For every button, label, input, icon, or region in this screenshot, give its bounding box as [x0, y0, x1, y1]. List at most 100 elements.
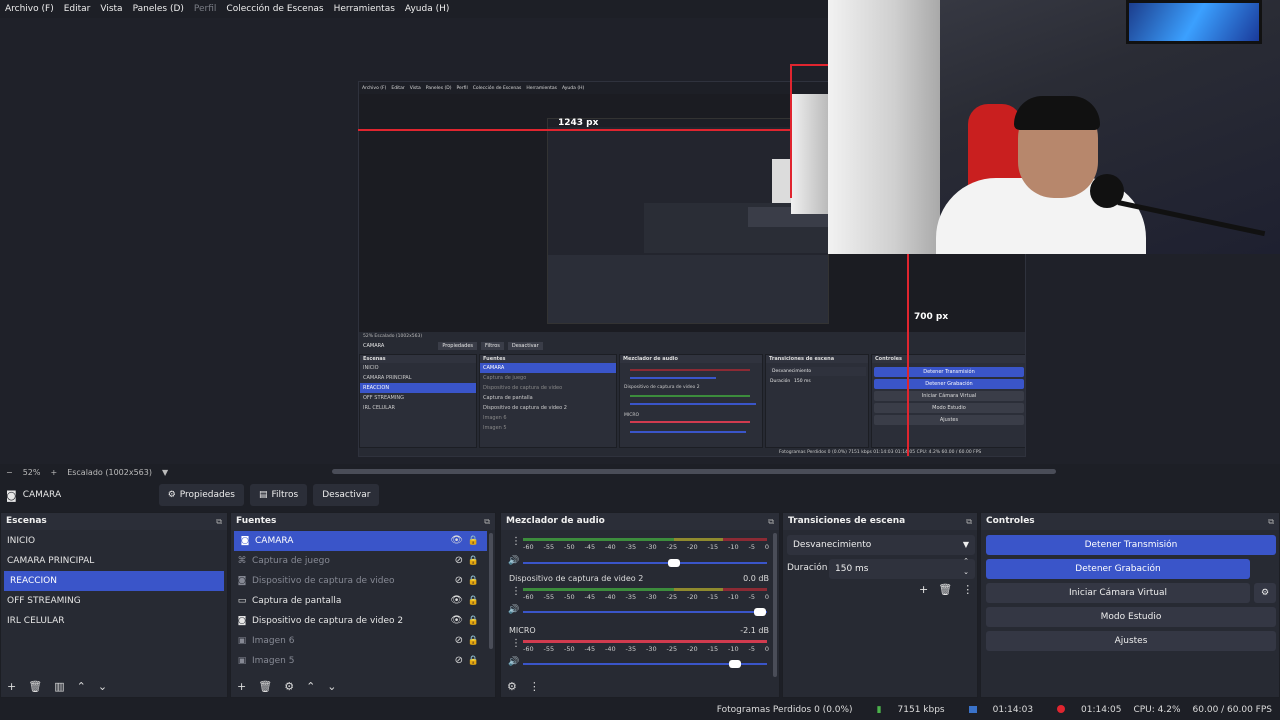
lock-icon[interactable]: 🔒	[468, 571, 479, 591]
properties-button[interactable]: ⚙ Propiedades	[158, 484, 244, 506]
deactivate-button[interactable]: Desactivar	[313, 484, 380, 506]
preview-scrollbar[interactable]	[332, 469, 1056, 474]
source-item[interactable]: ◙ CAMARA 👁 🔒	[234, 531, 487, 551]
sources-scrollbar[interactable]	[489, 533, 493, 649]
filter-icon[interactable]: ▥	[54, 680, 64, 693]
lock-icon[interactable]: 🔒	[468, 611, 479, 631]
volume-knob[interactable]	[729, 660, 742, 668]
eye-off-icon[interactable]: ⊘	[455, 631, 463, 651]
scene-item[interactable]: REACCION	[4, 571, 224, 591]
width-dimension-line	[358, 129, 792, 131]
menu-vista[interactable]: Vista	[100, 4, 122, 14]
volume-slider[interactable]	[523, 559, 767, 567]
source-item[interactable]: ▣ Imagen 6 ⊘ 🔒	[231, 631, 487, 651]
filters-button[interactable]: ▤ Filtros	[249, 484, 308, 506]
menu-archivo[interactable]: Archivo (F)	[5, 4, 54, 14]
eye-icon[interactable]: 👁	[450, 611, 463, 631]
float-icon[interactable]: ⧉	[966, 513, 972, 530]
virtual-camera-button[interactable]: Iniciar Cámara Virtual	[986, 583, 1250, 603]
volume-slider[interactable]	[523, 608, 767, 616]
source-item[interactable]: ▭ Captura de pantalla 👁 🔒	[231, 591, 487, 611]
menu-editar[interactable]: Editar	[64, 4, 91, 14]
volume-knob[interactable]	[668, 559, 681, 567]
arrow-down-icon[interactable]: ⌄	[98, 680, 107, 693]
stream-time: 01:14:03	[992, 705, 1034, 715]
lock-icon[interactable]: 🔒	[468, 591, 479, 611]
scene-item[interactable]: OFF STREAMING	[1, 591, 227, 611]
mixer-title-text: Mezclador de audio	[506, 516, 605, 526]
channel-db: 0.0 dB	[743, 574, 769, 583]
duration-spinbox[interactable]: 150 ms ⌃ ⌄	[829, 556, 975, 579]
menu-herramientas[interactable]: Herramientas	[334, 4, 395, 14]
volume-slider[interactable]	[523, 660, 767, 668]
float-icon[interactable]: ⧉	[484, 513, 490, 530]
source-item[interactable]: ◙ Dispositivo de captura de video 2 👁 🔒	[231, 611, 487, 631]
arrow-up-icon[interactable]: ⌃	[306, 680, 315, 693]
scene-item[interactable]: CAMARA PRINCIPAL	[1, 551, 227, 571]
source-label: Imagen 6	[252, 636, 295, 646]
add-icon[interactable]: +	[919, 583, 928, 596]
nested-mixer-ch2: Dispositivo de captura de video 2	[624, 385, 700, 390]
source-item[interactable]: ⌘ Captura de juego ⊘ 🔒	[231, 551, 487, 571]
source-item[interactable]: ◙ Dispositivo de captura de video ⊘ 🔒	[231, 571, 487, 591]
kebab-menu-icon[interactable]: ⋮	[529, 680, 540, 693]
scene-item[interactable]: INICIO	[1, 531, 227, 551]
advanced-audio-icon[interactable]: ⚙	[507, 680, 517, 693]
speaker-icon[interactable]: 🔊	[508, 556, 519, 566]
eye-icon[interactable]: 👁	[450, 531, 463, 551]
nested-filters: Filtros	[481, 342, 504, 350]
spin-arrows-icon[interactable]: ⌃ ⌄	[963, 556, 969, 578]
float-icon[interactable]: ⧉	[768, 513, 774, 530]
stop-stream-button[interactable]: Detener Transmisión	[986, 535, 1276, 555]
trash-icon[interactable]: 🗑	[938, 583, 952, 596]
speaker-icon[interactable]: 🔊	[508, 657, 519, 667]
arrow-up-icon[interactable]: ⌃	[77, 680, 86, 693]
settings-button[interactable]: Ajustes	[986, 631, 1276, 651]
eye-icon[interactable]: 👁	[450, 591, 463, 611]
trash-icon[interactable]: 🗑	[28, 680, 42, 693]
eye-off-icon[interactable]: ⊘	[455, 551, 463, 571]
studio-mode-button[interactable]: Modo Estudio	[986, 607, 1276, 627]
eye-off-icon[interactable]: ⊘	[455, 571, 463, 591]
nested-mixer-ch3: MICRO	[624, 413, 640, 418]
menu-paneles[interactable]: Paneles (D)	[133, 4, 184, 14]
gear-icon[interactable]: ⚙	[284, 680, 294, 693]
virtual-camera-settings-button[interactable]: ⚙	[1254, 583, 1276, 603]
source-toolbar: ◙ CAMARA ⚙ Propiedades ▤ Filtros Desacti…	[0, 480, 1280, 510]
stop-record-button[interactable]: Detener Grabación	[986, 559, 1250, 579]
kebab-menu-icon[interactable]: ⋮	[511, 586, 521, 597]
kebab-menu-icon[interactable]: ⋮	[962, 583, 973, 596]
zoom-in-button[interactable]: +	[50, 468, 57, 477]
camera-icon: ◙	[240, 536, 250, 546]
lock-icon[interactable]: 🔒	[468, 631, 479, 651]
add-icon[interactable]: +	[237, 680, 246, 693]
float-icon[interactable]: ⧉	[216, 513, 222, 530]
transitions-dock: Transiciones de escena ⧉ Desvanecimiento…	[782, 512, 978, 698]
trash-icon[interactable]: 🗑	[258, 680, 272, 693]
nested-source-item: Captura de pantalla	[483, 395, 533, 401]
menu-ayuda[interactable]: Ayuda (H)	[405, 4, 449, 14]
eye-off-icon[interactable]: ⊘	[455, 651, 463, 671]
scene-item[interactable]: IRL CELULAR	[1, 611, 227, 631]
float-icon[interactable]: ⧉	[1268, 513, 1274, 530]
lock-icon[interactable]: 🔒	[468, 531, 479, 551]
nested-scene-item: OFF STREAMING	[363, 395, 404, 401]
lock-icon[interactable]: 🔒	[468, 651, 479, 671]
zoom-out-button[interactable]: −	[6, 468, 13, 477]
menu-perfil[interactable]: Perfil	[194, 4, 217, 14]
mixer-scrollbar[interactable]	[773, 533, 777, 677]
transition-select[interactable]: Desvanecimiento ▼	[787, 535, 975, 555]
scale-dropdown-icon[interactable]: ▼	[162, 468, 168, 477]
deactivate-label: Desactivar	[322, 490, 371, 500]
speaker-icon[interactable]: 🔊	[508, 605, 519, 615]
source-label: Imagen 5	[252, 656, 295, 666]
nested-scenes-panel: Escenas INICIO CAMARA PRINCIPAL REACCION…	[359, 354, 477, 448]
kebab-menu-icon[interactable]: ⋮	[511, 638, 521, 649]
add-icon[interactable]: +	[7, 680, 16, 693]
menu-coleccion-escenas[interactable]: Colección de Escenas	[226, 4, 323, 14]
volume-knob[interactable]	[753, 608, 766, 616]
arrow-down-icon[interactable]: ⌄	[327, 680, 336, 693]
kebab-menu-icon[interactable]: ⋮	[511, 536, 521, 547]
source-item[interactable]: ▣ Imagen 5 ⊘ 🔒	[231, 651, 487, 671]
lock-icon[interactable]: 🔒	[468, 551, 479, 571]
